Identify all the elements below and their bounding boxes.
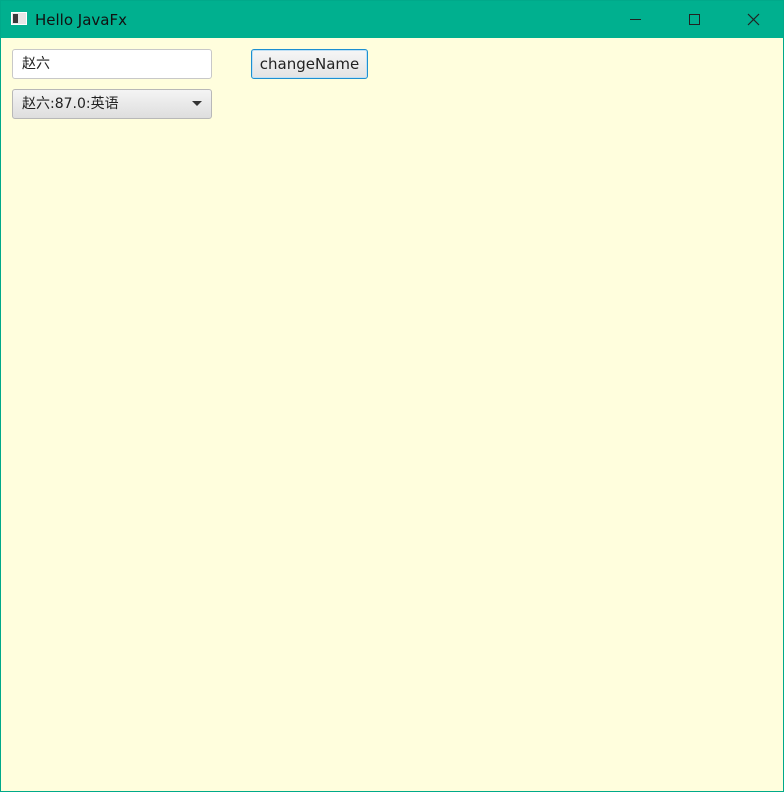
combo-selected-value: 赵六:87.0:英语 [22,96,119,112]
title-bar[interactable]: Hello JavaFx [1,1,783,38]
close-icon [747,13,760,26]
app-window: Hello JavaFx 赵六 changeName 赵六:87.0:英语 [0,0,784,792]
maximize-icon [689,14,700,25]
student-combo-box[interactable]: 赵六:87.0:英语 [12,89,212,119]
window-title: Hello JavaFx [35,11,127,29]
minimize-button[interactable] [607,1,665,38]
dropdown-arrow-icon[interactable] [192,101,202,106]
minimize-icon [630,19,641,20]
name-text-field[interactable]: 赵六 [12,49,212,79]
change-name-button[interactable]: changeName [251,49,368,79]
close-button[interactable] [723,1,781,38]
app-icon [11,12,27,25]
maximize-button[interactable] [665,1,723,38]
